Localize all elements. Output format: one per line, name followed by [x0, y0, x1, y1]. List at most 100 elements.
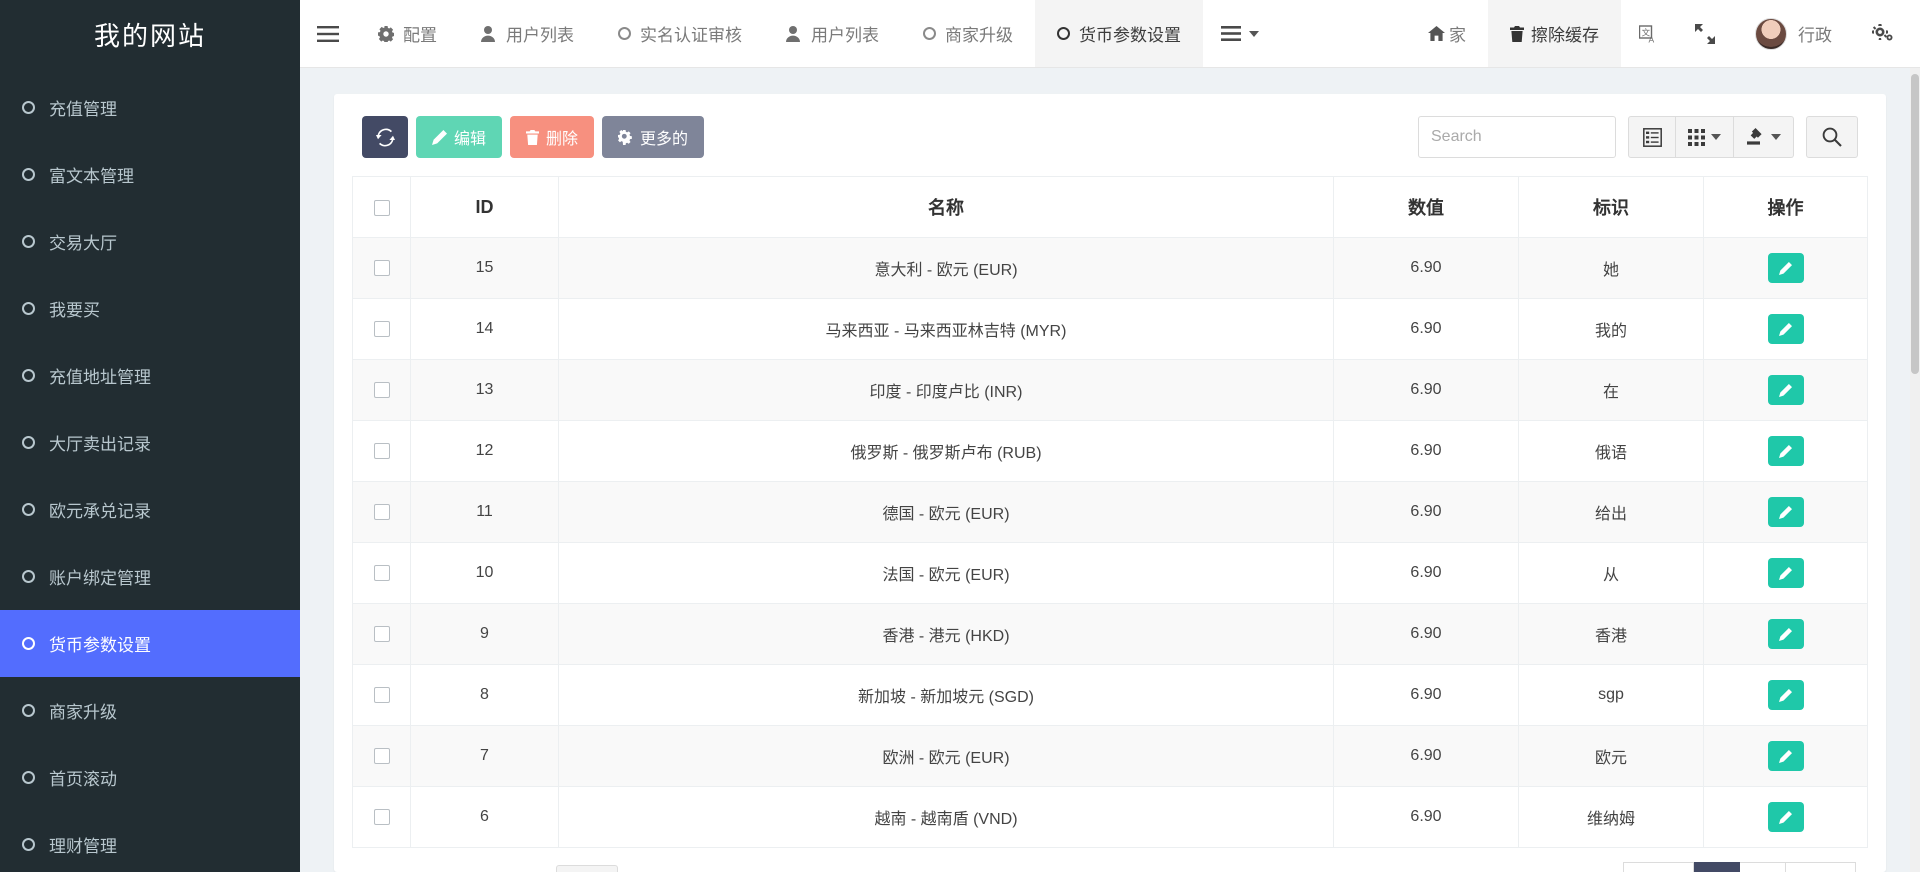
- table-row[interactable]: 7欧洲 - 欧元 (EUR)6.90欧元: [353, 726, 1868, 787]
- row-edit-button[interactable]: [1768, 802, 1804, 832]
- hamburger-icon[interactable]: [300, 0, 356, 67]
- translate-icon[interactable]: 文A: [1621, 0, 1677, 67]
- rows-per-page-select[interactable]: 10: [556, 865, 618, 872]
- topbar-tab-label: 用户列表: [811, 21, 879, 46]
- clear-cache-button[interactable]: 擦除缓存: [1488, 0, 1621, 67]
- row-checkbox[interactable]: [374, 260, 390, 276]
- cell-id: 7: [411, 726, 559, 787]
- sidebar-item-4[interactable]: 充值地址管理: [0, 342, 300, 409]
- row-edit-button[interactable]: [1768, 680, 1804, 710]
- edit-label: 编辑: [454, 125, 486, 149]
- sidebar-item-label: 首页滚动: [49, 765, 117, 790]
- table-row[interactable]: 11德国 - 欧元 (EUR)6.90给出: [353, 482, 1868, 543]
- header-flag[interactable]: 标识: [1519, 177, 1704, 238]
- pagination-next[interactable]: 下一个: [1786, 862, 1856, 872]
- row-checkbox[interactable]: [374, 626, 390, 642]
- topbar-tab-4[interactable]: 商家升级: [901, 0, 1035, 67]
- sidebar-item-7[interactable]: 账户绑定管理: [0, 543, 300, 610]
- row-checkbox[interactable]: [374, 809, 390, 825]
- page-scrollbar-thumb[interactable]: [1911, 74, 1919, 374]
- table-row[interactable]: 14马来西亚 - 马来西亚林吉特 (MYR)6.90我的: [353, 299, 1868, 360]
- sidebar-item-2[interactable]: 交易大厅: [0, 208, 300, 275]
- more-label: 更多的: [640, 125, 688, 149]
- row-checkbox[interactable]: [374, 504, 390, 520]
- table-row[interactable]: 8新加坡 - 新加坡元 (SGD)6.90sgp: [353, 665, 1868, 726]
- sidebar-item-9[interactable]: 商家升级: [0, 677, 300, 744]
- row-edit-button[interactable]: [1768, 436, 1804, 466]
- cell-name: 香港 - 港元 (HKD): [559, 604, 1334, 665]
- cell-value: 6.90: [1334, 238, 1519, 299]
- table-row[interactable]: 6越南 - 越南盾 (VND)6.90维纳姆: [353, 787, 1868, 848]
- sidebar-item-5[interactable]: 大厅卖出记录: [0, 409, 300, 476]
- cell-value: 6.90: [1334, 482, 1519, 543]
- refresh-button[interactable]: [362, 116, 408, 158]
- topbar-tab-1[interactable]: 用户列表: [459, 0, 596, 67]
- table-row[interactable]: 15意大利 - 欧元 (EUR)6.90她: [353, 238, 1868, 299]
- expand-icon[interactable]: [1677, 0, 1733, 67]
- cell-id: 10: [411, 543, 559, 604]
- row-edit-button[interactable]: [1768, 558, 1804, 588]
- row-edit-button[interactable]: [1768, 314, 1804, 344]
- sidebar-item-11[interactable]: 理财管理: [0, 811, 300, 872]
- table-row[interactable]: 13印度 - 印度卢比 (INR)6.90在: [353, 360, 1868, 421]
- topbar-tab-2[interactable]: 实名认证审核: [596, 0, 764, 67]
- ring-icon: [22, 570, 35, 583]
- row-edit-button[interactable]: [1768, 253, 1804, 283]
- row-checkbox[interactable]: [374, 321, 390, 337]
- pagination-page-2[interactable]: 2: [1740, 862, 1786, 872]
- row-checkbox[interactable]: [374, 565, 390, 581]
- user-menu[interactable]: 行政: [1733, 0, 1854, 67]
- row-edit-button[interactable]: [1768, 619, 1804, 649]
- delete-button[interactable]: 删除: [510, 116, 594, 158]
- list-alt-icon[interactable]: [1628, 116, 1676, 158]
- header-value[interactable]: 数值: [1334, 177, 1519, 238]
- row-checkbox[interactable]: [374, 748, 390, 764]
- sidebar-item-10[interactable]: 首页滚动: [0, 744, 300, 811]
- sidebar-item-0[interactable]: 充值管理: [0, 74, 300, 141]
- user-icon: [481, 26, 497, 42]
- row-edit-button[interactable]: [1768, 741, 1804, 771]
- sidebar-item-label: 账户绑定管理: [49, 564, 151, 589]
- search-input[interactable]: [1418, 116, 1616, 158]
- row-edit-button[interactable]: [1768, 497, 1804, 527]
- cell-id: 12: [411, 421, 559, 482]
- more-button[interactable]: 更多的: [602, 116, 704, 158]
- row-edit-button[interactable]: [1768, 375, 1804, 405]
- topbar-list-dropdown[interactable]: [1203, 0, 1285, 67]
- pagination-prev[interactable]: 以前的: [1623, 862, 1694, 872]
- topbar-tab-0[interactable]: 配置: [356, 0, 459, 67]
- row-checkbox[interactable]: [374, 687, 390, 703]
- pagination-page-1[interactable]: 1: [1694, 862, 1740, 872]
- table-row[interactable]: 10法国 - 欧元 (EUR)6.90从: [353, 543, 1868, 604]
- sidebar-item-3[interactable]: 我要买: [0, 275, 300, 342]
- gears-icon[interactable]: [1854, 0, 1920, 67]
- search-button[interactable]: [1806, 116, 1858, 158]
- header-name[interactable]: 名称: [559, 177, 1334, 238]
- clear-cache-label: 擦除缓存: [1531, 21, 1599, 46]
- cell-value: 6.90: [1334, 726, 1519, 787]
- row-checkbox[interactable]: [374, 382, 390, 398]
- table-row[interactable]: 12俄罗斯 - 俄罗斯卢布 (RUB)6.90俄语: [353, 421, 1868, 482]
- cell-name: 俄罗斯 - 俄罗斯卢布 (RUB): [559, 421, 1334, 482]
- edit-button[interactable]: 编辑: [416, 116, 502, 158]
- app-root: 我的网站 充值管理富文本管理交易大厅我要买充值地址管理大厅卖出记录欧元承兑记录账…: [0, 0, 1920, 872]
- header-action[interactable]: 操作: [1704, 177, 1868, 238]
- sidebar: 我的网站 充值管理富文本管理交易大厅我要买充值地址管理大厅卖出记录欧元承兑记录账…: [0, 0, 300, 872]
- cell-value: 6.90: [1334, 543, 1519, 604]
- topbar-tab-5[interactable]: 货币参数设置: [1035, 0, 1203, 67]
- home-button[interactable]: 家: [1406, 0, 1488, 67]
- select-all-checkbox[interactable]: [374, 200, 390, 216]
- sidebar-item-1[interactable]: 富文本管理: [0, 141, 300, 208]
- topbar-tab-3[interactable]: 用户列表: [764, 0, 901, 67]
- columns-dropdown[interactable]: [1676, 116, 1734, 158]
- row-checkbox[interactable]: [374, 443, 390, 459]
- cell-action: [1704, 238, 1868, 299]
- sidebar-item-6[interactable]: 欧元承兑记录: [0, 476, 300, 543]
- home-label: 家: [1449, 21, 1466, 46]
- row-select-cell: [353, 238, 411, 299]
- page-scrollbar[interactable]: [1910, 68, 1920, 872]
- header-id[interactable]: ID: [411, 177, 559, 238]
- export-dropdown[interactable]: [1734, 116, 1794, 158]
- table-row[interactable]: 9香港 - 港元 (HKD)6.90香港: [353, 604, 1868, 665]
- sidebar-item-8[interactable]: 货币参数设置: [0, 610, 300, 677]
